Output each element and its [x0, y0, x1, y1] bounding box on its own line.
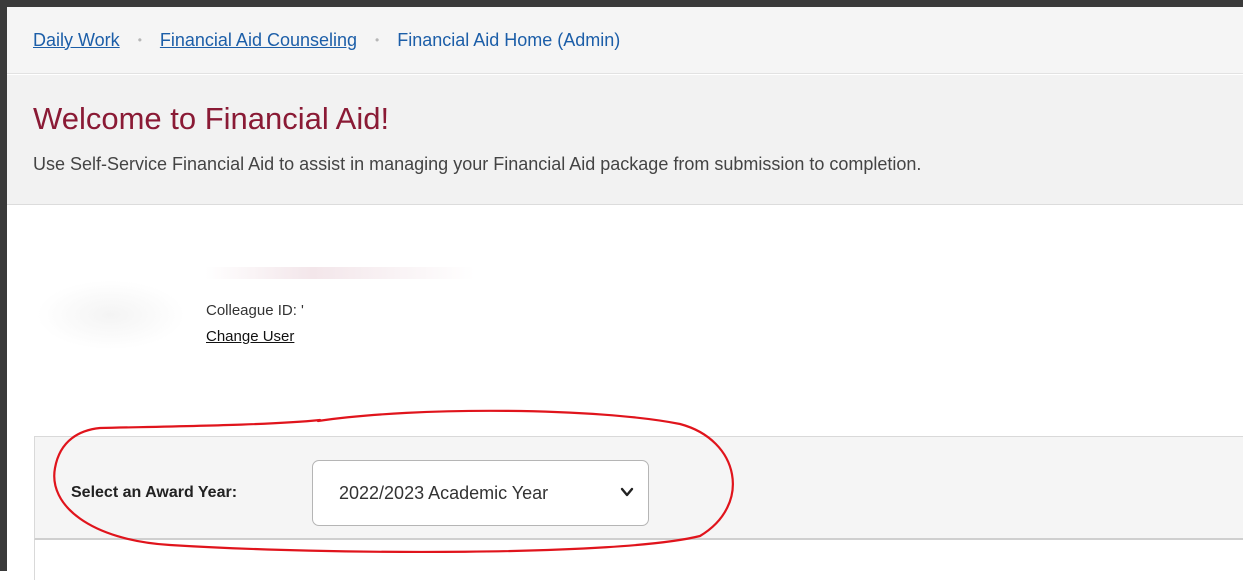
award-year-label: Select an Award Year:: [71, 484, 238, 501]
breadcrumb: Daily Work • Financial Aid Counseling • …: [7, 7, 1243, 74]
avatar: [36, 280, 186, 350]
user-name-redacted: [205, 267, 475, 279]
breadcrumb-daily-work[interactable]: Daily Work: [33, 30, 120, 51]
colleague-id: Colleague ID: ': [206, 302, 304, 319]
breadcrumb-financial-aid-counseling[interactable]: Financial Aid Counseling: [160, 30, 357, 51]
page-title: Welcome to Financial Aid!: [33, 101, 390, 136]
breadcrumb-separator: •: [137, 33, 142, 47]
user-info: Colleague ID: ' Change User: [30, 262, 475, 352]
award-year-selected-value: 2022/2023 Academic Year: [339, 482, 549, 503]
page-subtitle: Use Self-Service Financial Aid to assist…: [33, 154, 922, 174]
breadcrumb-separator: •: [375, 33, 380, 47]
award-year-panel: Select an Award Year: 2022/2023 Academic…: [34, 436, 1243, 540]
content-area-below: [34, 540, 1243, 580]
window-frame-top: [0, 0, 1243, 7]
award-year-select[interactable]: 2022/2023 Academic Year: [312, 460, 649, 526]
window-frame-left: [0, 0, 7, 571]
chevron-down-icon: [620, 487, 634, 497]
change-user-link[interactable]: Change User: [206, 328, 294, 345]
page-header: Welcome to Financial Aid! Use Self-Servi…: [7, 75, 1243, 205]
breadcrumb-current-page: Financial Aid Home (Admin): [397, 29, 621, 50]
